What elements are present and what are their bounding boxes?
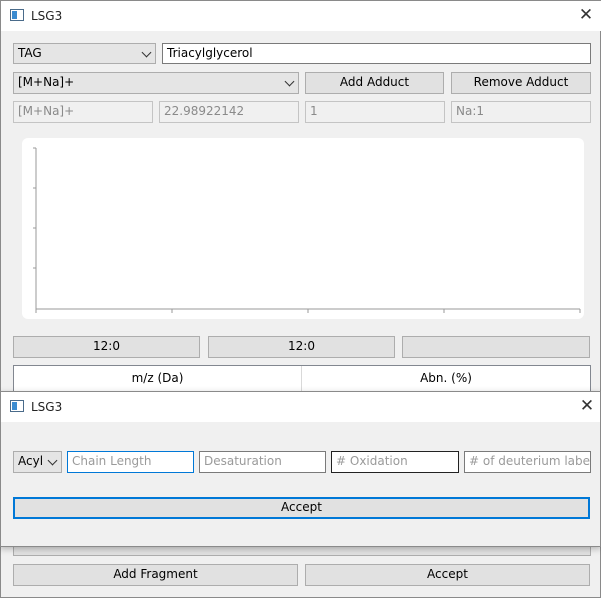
chain-type-value: Acyl — [18, 454, 44, 468]
oxidation-placeholder: # Oxidation — [336, 454, 408, 468]
deuterium-input[interactable]: # of deuterium labels — [464, 451, 591, 473]
adduct-select-value: [M+Na]+ — [18, 75, 75, 89]
close-icon[interactable]: ✕ — [576, 6, 596, 24]
app-icon — [10, 400, 24, 412]
class-name-field[interactable]: Triacylglycerol — [162, 43, 591, 64]
chain-length-placeholder: Chain Length — [72, 454, 152, 468]
window-title: LSG3 — [31, 9, 63, 23]
adduct-charge-field[interactable]: 1 — [305, 101, 445, 123]
hidden-button-edge — [13, 546, 591, 556]
chain-3-button[interactable] — [402, 336, 590, 358]
chain-1-button[interactable]: 12:0 — [13, 336, 200, 358]
oxidation-input[interactable]: # Oxidation — [331, 451, 459, 473]
chain-2-button[interactable]: 12:0 — [208, 336, 395, 358]
desaturation-input[interactable]: Desaturation — [199, 451, 326, 473]
deuterium-placeholder: # of deuterium labels — [469, 454, 591, 468]
remove-adduct-button[interactable]: Remove Adduct — [451, 72, 591, 94]
accept-button[interactable]: Accept — [305, 564, 590, 586]
adduct-formula-field[interactable]: Na:1 — [451, 101, 591, 123]
title-bar: LSG3 ✕ — [1, 1, 601, 31]
lipid-class-value: TAG — [18, 46, 42, 60]
chevron-down-icon — [141, 47, 152, 58]
desaturation-placeholder: Desaturation — [204, 454, 282, 468]
dialog-accept-button[interactable]: Accept — [13, 497, 590, 519]
lipid-class-select[interactable]: TAG — [13, 43, 156, 64]
chain-length-input[interactable]: Chain Length — [67, 451, 194, 473]
adduct-name-field[interactable]: [M+Na]+ — [13, 101, 153, 123]
add-fragment-button[interactable]: Add Fragment — [13, 564, 298, 586]
close-icon[interactable]: ✕ — [577, 397, 597, 415]
spectrum-plot — [22, 138, 584, 319]
chain-dialog: LSG3 ✕ Acyl Chain Length Desaturation # … — [0, 391, 601, 547]
adduct-mass-field[interactable]: 22.98922142 — [159, 101, 299, 123]
spectrum-axes — [33, 147, 581, 313]
chevron-down-icon — [284, 76, 295, 87]
column-header-mz[interactable]: m/z (Da) — [14, 366, 302, 392]
chain-type-select[interactable]: Acyl — [13, 451, 62, 473]
column-header-abn[interactable]: Abn. (%) — [302, 366, 590, 392]
chevron-down-icon — [47, 455, 58, 466]
adduct-select[interactable]: [M+Na]+ — [13, 72, 299, 94]
app-icon — [10, 9, 24, 21]
dialog-title-bar: LSG3 ✕ — [1, 392, 600, 422]
add-adduct-button[interactable]: Add Adduct — [305, 72, 444, 94]
dialog-title: LSG3 — [31, 400, 63, 414]
